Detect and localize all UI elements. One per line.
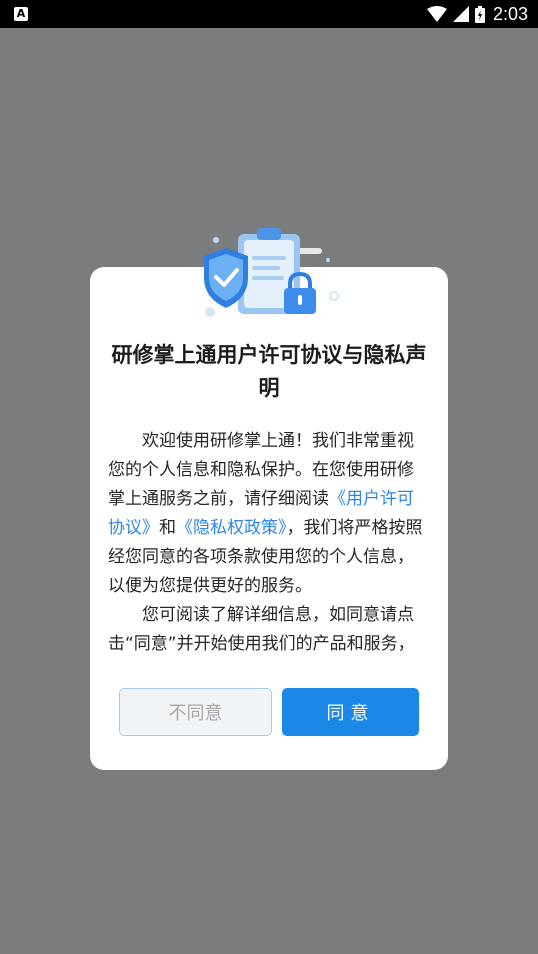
privacy-shield-illustration (204, 228, 339, 317)
status-bar: A 2:03 (0, 0, 538, 28)
privacy-dialog: 研修掌上通用户许可协议与隐私声明 欢迎使用研修掌上通！我们非常重视您的个人信息和… (90, 267, 448, 770)
signal-icon (452, 6, 469, 22)
screen: A 2:03 研修掌上通用户许可协议与隐私声明 欢迎使用研修掌上通！我们非常重视… (0, 0, 538, 954)
status-time: 2:03 (492, 3, 528, 24)
app-notification-icon: A (14, 7, 28, 21)
paragraph-text-2: 和 (159, 518, 176, 538)
dialog-paragraph-1: 欢迎使用研修掌上通！我们非常重视您的个人信息和隐私保护。在您使用研修掌上通服务之… (108, 427, 430, 601)
dialog-paragraph-2: 您可阅读了解详细信息，如同意请点击“同意”并开始使用我们的产品和服务， (108, 605, 415, 654)
dialog-body: 欢迎使用研修掌上通！我们非常重视您的个人信息和隐私保护。在您使用研修掌上通服务之… (108, 427, 430, 667)
privacy-policy-link[interactable]: 《隐私权政策》 (176, 518, 287, 538)
battery-icon (474, 5, 485, 23)
disagree-button[interactable]: 不同意 (119, 688, 272, 736)
agree-button[interactable]: 同意 (282, 688, 419, 736)
wifi-icon (426, 6, 447, 22)
status-icons: 2:03 (426, 2, 528, 26)
dialog-title: 研修掌上通用户许可协议与隐私声明 (111, 343, 427, 400)
